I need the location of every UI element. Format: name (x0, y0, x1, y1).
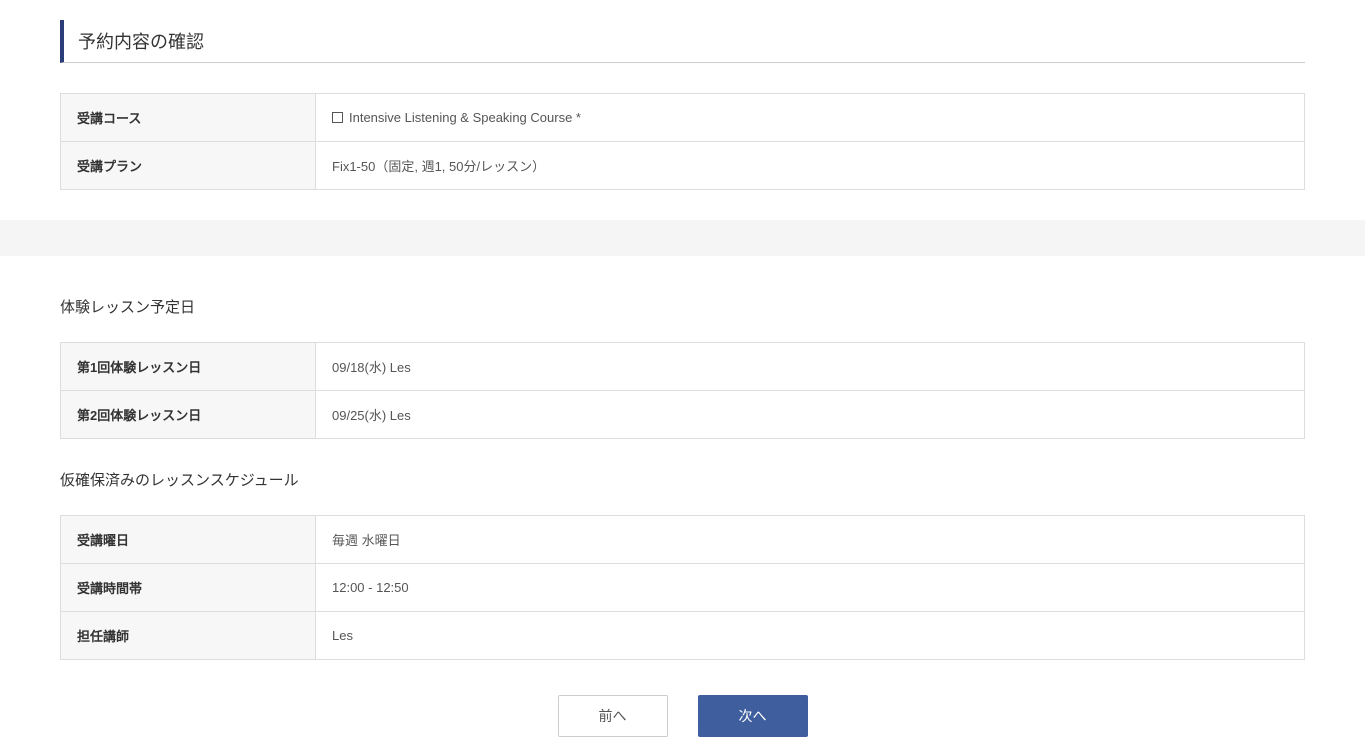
timeslot-value: 12:00 - 12:50 (316, 564, 1305, 612)
table-row: 第1回体験レッスン日 09/18(水) Les (61, 343, 1305, 391)
section-divider (0, 220, 1365, 256)
prev-button[interactable]: 前へ (558, 695, 668, 737)
table-row: 担任講師 Les (61, 612, 1305, 660)
trial1-label: 第1回体験レッスン日 (61, 343, 316, 391)
table-row: 受講コース Intensive Listening & Speaking Cou… (61, 94, 1305, 142)
page-title: 予約内容の確認 (60, 20, 1305, 63)
table-row: 受講曜日 毎週 水曜日 (61, 516, 1305, 564)
square-icon (332, 112, 343, 123)
table-row: 第2回体験レッスン日 09/25(水) Les (61, 391, 1305, 439)
timeslot-label: 受講時間帯 (61, 564, 316, 612)
table-row: 受講時間帯 12:00 - 12:50 (61, 564, 1305, 612)
course-info-table: 受講コース Intensive Listening & Speaking Cou… (60, 93, 1305, 190)
teacher-value: Les (316, 612, 1305, 660)
trial2-value: 09/25(水) Les (316, 391, 1305, 439)
schedule-table: 受講曜日 毎週 水曜日 受講時間帯 12:00 - 12:50 担任講師 Les (60, 515, 1305, 660)
trial-lessons-table: 第1回体験レッスン日 09/18(水) Les 第2回体験レッスン日 09/25… (60, 342, 1305, 439)
weekday-label: 受講曜日 (61, 516, 316, 564)
course-value-text: Intensive Listening & Speaking Course * (349, 110, 581, 125)
weekday-value: 毎週 水曜日 (316, 516, 1305, 564)
course-value: Intensive Listening & Speaking Course * (316, 94, 1305, 142)
teacher-label: 担任講師 (61, 612, 316, 660)
trial2-label: 第2回体験レッスン日 (61, 391, 316, 439)
plan-label: 受講プラン (61, 142, 316, 190)
next-button[interactable]: 次へ (698, 695, 808, 737)
trial1-value: 09/18(水) Les (316, 343, 1305, 391)
table-row: 受講プラン Fix1-50（固定, 週1, 50分/レッスン） (61, 142, 1305, 190)
schedule-section-heading: 仮確保済みのレッスンスケジュール (60, 469, 1305, 490)
plan-value: Fix1-50（固定, 週1, 50分/レッスン） (316, 142, 1305, 190)
button-row: 前へ 次へ (60, 695, 1305, 745)
trial-section-heading: 体験レッスン予定日 (60, 296, 1305, 317)
course-label: 受講コース (61, 94, 316, 142)
